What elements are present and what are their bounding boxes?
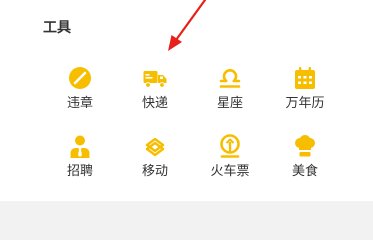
tool-label: 招聘 [66, 164, 93, 179]
tool-mobile[interactable]: 移动 [118, 134, 192, 184]
tool-label: 快递 [141, 96, 168, 111]
tool-label: 星座 [216, 96, 243, 111]
tool-label: 火车票 [210, 164, 250, 179]
tool-express[interactable]: 快递 [118, 66, 192, 116]
recruit-person-icon [68, 134, 92, 158]
tools-card: 工具 违章 快递 星座 万年历 招聘 移动 火车票 美食 [0, 0, 373, 201]
china-mobile-icon [143, 134, 167, 158]
libra-icon [218, 66, 242, 90]
tool-recruit[interactable]: 招聘 [43, 134, 117, 184]
calendar-icon [293, 66, 317, 90]
train-icon [218, 134, 242, 158]
tool-train-ticket[interactable]: 火车票 [193, 134, 267, 184]
tool-constellation[interactable]: 星座 [193, 66, 267, 116]
section-title: 工具 [43, 20, 71, 36]
tool-label: 万年历 [285, 96, 325, 111]
tool-label: 美食 [291, 164, 318, 179]
tool-food[interactable]: 美食 [268, 134, 342, 184]
tool-calendar[interactable]: 万年历 [268, 66, 342, 116]
tool-label: 违章 [66, 96, 93, 111]
delivery-truck-icon [143, 66, 167, 90]
tool-violation[interactable]: 违章 [43, 66, 117, 116]
no-entry-icon [68, 66, 92, 90]
tool-label: 移动 [141, 164, 168, 179]
chef-hat-icon [293, 134, 317, 158]
